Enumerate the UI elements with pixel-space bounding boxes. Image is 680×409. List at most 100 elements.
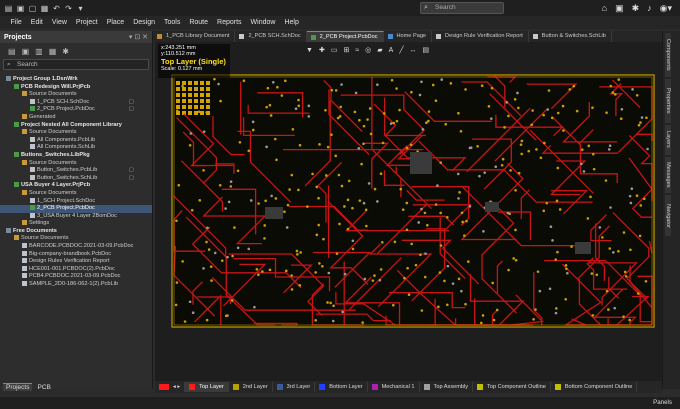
layer-tab[interactable]: Bottom Layer: [315, 382, 368, 392]
refresh-icon[interactable]: ▦: [49, 47, 57, 56]
briefcase-icon[interactable]: ▣: [615, 2, 624, 14]
menu-route[interactable]: Route: [185, 16, 213, 29]
menu-edit[interactable]: Edit: [26, 16, 47, 29]
text-icon[interactable]: A: [389, 45, 394, 56]
tree-item[interactable]: Button_Switches.PcbLib ▢: [0, 167, 152, 175]
layer-color-picker[interactable]: ◂ ▸: [155, 382, 186, 392]
tree-item[interactable]: 2_PCB Project.PcbDoc: [0, 205, 152, 213]
pcb-board[interactable]: [155, 42, 662, 381]
projects-search-input[interactable]: ⌕ Search: [3, 59, 149, 70]
settings-icon[interactable]: ✱: [62, 47, 69, 56]
menu-design[interactable]: Design: [129, 16, 160, 29]
tree-item[interactable]: Project Group 1.DsnWrk: [0, 76, 152, 84]
panel-tab-messages[interactable]: Messages: [665, 156, 671, 194]
menu-view[interactable]: View: [47, 16, 71, 29]
tree-item[interactable]: HCE001-001.PCBDOC(2).PcbDoc: [0, 266, 152, 274]
workspace-icon[interactable]: ▤: [8, 47, 16, 56]
save-icon[interactable]: ▣: [16, 4, 25, 13]
panel-tab-projects[interactable]: Projects: [3, 383, 33, 391]
app-menu-icon[interactable]: ▤: [4, 4, 13, 13]
layer-tab[interactable]: Bottom Component Outline: [551, 382, 638, 392]
layer-tab[interactable]: Mechanical 1: [368, 382, 420, 392]
align-icon[interactable]: ⊞: [343, 45, 349, 56]
layer-tab[interactable]: 3rd Layer: [273, 382, 316, 392]
document-tab-label: 2_PCB Project.PcbDoc: [319, 34, 378, 40]
dimension-icon[interactable]: ↔: [410, 45, 417, 56]
tree-folder[interactable]: Generated: [0, 114, 152, 122]
panel-controls-icon[interactable]: ▾ ⊡ ✕: [129, 33, 148, 41]
document-tab[interactable]: 1_PCB Library Document: [153, 31, 236, 42]
tree-item[interactable]: USA Buyer 4 Layer.PrjPcb: [0, 182, 152, 190]
redo-icon[interactable]: ↷: [64, 4, 73, 13]
layer-tab[interactable]: Top Assembly: [420, 382, 474, 392]
tree-item[interactable]: PCB Redesign Will.PrjPcb: [0, 84, 152, 92]
tree-item[interactable]: PCB4.PCBDOC.2021-03-09.PcbDoc: [0, 273, 152, 281]
save-project-icon[interactable]: ▣: [22, 47, 30, 56]
layer-tab[interactable]: Top Layer: [185, 382, 229, 392]
document-tab[interactable]: Design Rule Verification Report: [432, 31, 529, 42]
tree-item[interactable]: Project Nested All Component Library: [0, 122, 152, 130]
keepout-icon[interactable]: ▤: [423, 45, 430, 56]
tree-item[interactable]: 3_USA Buyer 4 Layer 2BomDoc: [0, 213, 152, 221]
menu-reports[interactable]: Reports: [213, 16, 247, 29]
document-tab[interactable]: Home Page: [384, 31, 433, 42]
folder-icon[interactable]: ▥: [35, 47, 43, 56]
document-tab[interactable]: 2_PCB Project.PcbDoc: [306, 31, 384, 42]
tree-item[interactable]: BARCODE.PCBDOC.2021-03-09.PcbDoc: [0, 243, 152, 251]
tree-item-label: 2_PCB Project.PcbDoc: [37, 106, 95, 113]
menu-place[interactable]: Place: [102, 16, 129, 29]
tree-item[interactable]: Design Rules Verification Report: [0, 258, 152, 266]
undo-icon[interactable]: ↶: [52, 4, 61, 13]
tree-item[interactable]: Button_Switches.SchLib ▢: [0, 175, 152, 183]
layer-nav-icon[interactable]: ◂ ▸: [173, 384, 180, 390]
tree-item[interactable]: 1_SCH Project.SchDoc: [0, 198, 152, 206]
tree-item[interactable]: Big-company-brandbook.PcbDoc: [0, 251, 152, 259]
tree-folder[interactable]: Source Documents: [0, 160, 152, 168]
document-tab[interactable]: 2_PCB SCH.SchDoc: [235, 31, 307, 42]
tree-item[interactable]: Buttons_Switches.LibPkg: [0, 152, 152, 160]
line-icon[interactable]: ╱: [399, 45, 403, 56]
menu-tools[interactable]: Tools: [160, 16, 185, 29]
gear-icon[interactable]: ✱: [632, 2, 640, 14]
bell-icon[interactable]: ♪: [647, 2, 652, 14]
tree-folder[interactable]: Source Documents: [0, 91, 152, 99]
tree-item-label: Source Documents: [29, 91, 77, 98]
tree-item[interactable]: All Components.PcbLib: [0, 137, 152, 145]
menu-file[interactable]: File: [6, 16, 26, 29]
tree-folder[interactable]: Settings: [0, 220, 152, 228]
layer-tab[interactable]: 2nd Layer: [229, 382, 273, 392]
panel-tab-navigator[interactable]: Navigator: [665, 195, 671, 236]
tree-item[interactable]: Free Documents: [0, 228, 152, 236]
save-all-icon[interactable]: ▦: [40, 4, 49, 13]
layer-tab[interactable]: Top Component Outline: [473, 382, 551, 392]
filter-icon[interactable]: ▼: [306, 45, 313, 56]
tree-folder[interactable]: Source Documents: [0, 129, 152, 137]
document-icon: [6, 76, 11, 82]
tree-item[interactable]: 1_PCB SCH.SchDoc ▢: [0, 99, 152, 107]
menu-help[interactable]: Help: [280, 16, 303, 29]
menu-project[interactable]: Project: [71, 16, 102, 29]
panel-tab-components[interactable]: Components: [665, 33, 671, 77]
user-icon[interactable]: ◉▾: [660, 2, 672, 14]
via-icon[interactable]: ◎: [365, 45, 371, 56]
global-search-input[interactable]: ⌕ Search: [420, 2, 504, 14]
tree-folder[interactable]: Source Documents: [0, 235, 152, 243]
tree-item[interactable]: 2_PCB Project.PcbDoc ▢: [0, 106, 152, 114]
select-icon[interactable]: ▭: [331, 45, 338, 56]
tree-folder[interactable]: Source Documents: [0, 190, 152, 198]
panels-button[interactable]: Panels: [653, 397, 672, 409]
dropdown-icon[interactable]: ▾: [76, 4, 85, 13]
polygon-icon[interactable]: ▰: [377, 45, 382, 56]
panel-tab-pcb[interactable]: PCB: [34, 384, 53, 391]
menu-window[interactable]: Window: [246, 16, 280, 29]
tree-item[interactable]: All Components.SchLib: [0, 144, 152, 152]
document-tab[interactable]: Button & Switches.SchLib: [529, 31, 612, 42]
open-icon[interactable]: ▢: [28, 4, 37, 13]
tree-item[interactable]: SAMPLE_2D0-186-062-1(2).PcbLib: [0, 281, 152, 289]
panel-tab-properties[interactable]: Properties: [665, 79, 671, 123]
pcb-canvas[interactable]: [155, 42, 662, 381]
route-icon[interactable]: ≈: [355, 45, 359, 56]
add-icon[interactable]: ✚: [319, 45, 325, 56]
panel-tab-layers[interactable]: Layers: [665, 125, 671, 155]
home-icon[interactable]: ⌂: [602, 2, 607, 14]
